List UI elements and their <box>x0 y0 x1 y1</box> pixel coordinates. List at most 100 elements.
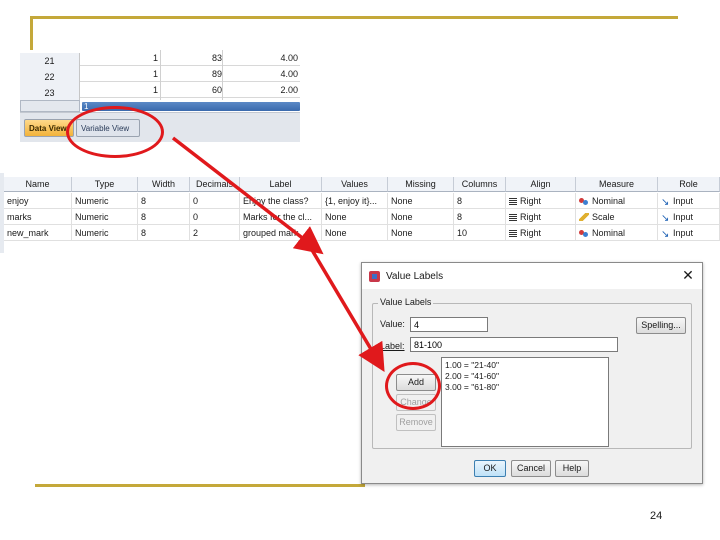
var-values-cell[interactable]: None <box>322 225 388 241</box>
value-input[interactable] <box>410 317 488 332</box>
column-header-values[interactable]: Values <box>322 177 388 192</box>
var-decimals-cell[interactable]: 2 <box>190 225 240 241</box>
var-role-cell[interactable]: ↘ Input <box>658 209 720 225</box>
cancel-button[interactable]: Cancel <box>511 460 551 477</box>
var-missing-cell[interactable]: None <box>388 225 454 241</box>
highlight-ring-add-button <box>385 362 441 410</box>
corner-box <box>20 100 80 112</box>
table-cell[interactable]: 4.00 <box>224 69 298 79</box>
column-header-columns[interactable]: Columns <box>454 177 506 192</box>
list-item[interactable]: 1.00 = "21-40" <box>445 360 605 371</box>
var-width-cell[interactable]: 8 <box>138 209 190 225</box>
var-missing-cell[interactable]: None <box>388 193 454 209</box>
scale-measure-icon <box>579 213 589 221</box>
page-number: 24 <box>650 510 663 522</box>
var-type-cell[interactable]: Numeric <box>72 209 138 225</box>
var-values-cell[interactable]: {1, enjoy it}... <box>322 193 388 209</box>
variable-row: marks Numeric 8 0 Marks for the cl... No… <box>4 209 720 225</box>
role-value: Input <box>673 196 694 206</box>
column-header-measure[interactable]: Measure <box>576 177 658 192</box>
table-cell[interactable]: 1 <box>82 53 160 63</box>
variable-view-grid: Name Type Width Decimals Label Values Mi… <box>0 173 720 253</box>
var-type-cell[interactable]: Numeric <box>72 193 138 209</box>
role-value: Input <box>673 228 694 238</box>
var-align-cell[interactable]: Right <box>506 193 576 209</box>
remove-button[interactable]: Remove <box>396 414 436 431</box>
var-align-cell[interactable]: Right <box>506 225 576 241</box>
var-columns-cell[interactable]: 8 <box>454 209 506 225</box>
input-role-icon: ↘ <box>661 229 670 240</box>
ok-button[interactable]: OK <box>474 460 506 477</box>
var-label-cell[interactable]: Enjoy the class? <box>240 193 322 209</box>
var-columns-cell[interactable]: 8 <box>454 193 506 209</box>
measure-value: Nominal <box>592 228 626 238</box>
var-name-cell[interactable]: marks <box>4 209 72 225</box>
column-header-role[interactable]: Role <box>658 177 720 192</box>
measure-value: Scale <box>592 212 615 222</box>
column-header-align[interactable]: Align <box>506 177 576 192</box>
align-value: Right <box>520 196 542 206</box>
column-header-missing[interactable]: Missing <box>388 177 454 192</box>
measure-value: Nominal <box>592 196 626 206</box>
var-role-cell[interactable]: ↘ Input <box>658 193 720 209</box>
var-measure-cell[interactable]: Nominal <box>576 193 658 209</box>
dialog-titlebar[interactable]: Value Labels ✕ <box>362 263 702 289</box>
var-align-cell[interactable]: Right <box>506 209 576 225</box>
var-type-cell[interactable]: Numeric <box>72 225 138 241</box>
help-button[interactable]: Help <box>555 460 589 477</box>
close-icon[interactable]: ✕ <box>680 267 696 283</box>
var-missing-cell[interactable]: None <box>388 209 454 225</box>
slide-top-rule <box>30 16 678 19</box>
var-label-cell[interactable]: grouped mark <box>240 225 322 241</box>
column-header-type[interactable]: Type <box>72 177 138 192</box>
input-role-icon: ↘ <box>661 213 670 224</box>
table-cell[interactable]: 2.00 <box>224 85 298 95</box>
column-header-label[interactable]: Label <box>240 177 322 192</box>
var-role-cell[interactable]: ↘ Input <box>658 225 720 241</box>
var-measure-cell[interactable]: Nominal <box>576 225 658 241</box>
table-cell[interactable]: 4.00 <box>224 53 298 63</box>
align-right-icon <box>509 230 517 237</box>
var-decimals-cell[interactable]: 0 <box>190 209 240 225</box>
var-decimals-cell[interactable]: 0 <box>190 193 240 209</box>
label-input[interactable] <box>410 337 618 352</box>
nominal-measure-icon <box>579 197 589 205</box>
slide-bottom-rule <box>35 484 365 487</box>
table-cell[interactable]: 83 <box>162 53 222 63</box>
var-values-cell[interactable]: None <box>322 209 388 225</box>
table-cell[interactable]: 1 <box>82 69 160 79</box>
var-name-cell[interactable]: new_mark <box>4 225 72 241</box>
dialog-title: Value Labels <box>386 271 444 282</box>
align-value: Right <box>520 212 542 222</box>
highlight-ring-variable-view <box>66 106 164 158</box>
role-value: Input <box>673 212 694 222</box>
list-item[interactable]: 3.00 = "61-80" <box>445 382 605 393</box>
value-label-list[interactable]: 1.00 = "21-40" 2.00 = "41-60" 3.00 = "61… <box>441 357 609 447</box>
variable-row: new_mark Numeric 8 2 grouped mark None N… <box>4 225 720 241</box>
label-field-label: Label: <box>380 341 405 351</box>
var-columns-cell[interactable]: 10 <box>454 225 506 241</box>
list-item[interactable]: 2.00 = "41-60" <box>445 371 605 382</box>
column-header-decimals[interactable]: Decimals <box>190 177 240 192</box>
variable-row: enjoy Numeric 8 0 Enjoy the class? {1, e… <box>4 193 720 209</box>
var-label-cell[interactable]: Marks for the cl... <box>240 209 322 225</box>
spss-app-icon <box>369 271 380 282</box>
data-view-scroll-area: 1 <box>20 100 300 112</box>
row-number[interactable]: 23 <box>20 85 80 101</box>
table-cell[interactable]: 89 <box>162 69 222 79</box>
var-width-cell[interactable]: 8 <box>138 193 190 209</box>
column-header-name[interactable]: Name <box>4 177 72 192</box>
column-divider <box>160 50 161 100</box>
nominal-measure-icon <box>579 229 589 237</box>
table-cell[interactable]: 1 <box>82 85 160 95</box>
groupbox-label: Value Labels <box>378 297 434 307</box>
column-header-width[interactable]: Width <box>138 177 190 192</box>
var-name-cell[interactable]: enjoy <box>4 193 72 209</box>
spelling-button[interactable]: Spelling... <box>636 317 686 334</box>
align-right-icon <box>509 214 517 221</box>
align-right-icon <box>509 198 517 205</box>
table-cell[interactable]: 60 <box>162 85 222 95</box>
var-width-cell[interactable]: 8 <box>138 225 190 241</box>
var-measure-cell[interactable]: Scale <box>576 209 658 225</box>
align-value: Right <box>520 228 542 238</box>
